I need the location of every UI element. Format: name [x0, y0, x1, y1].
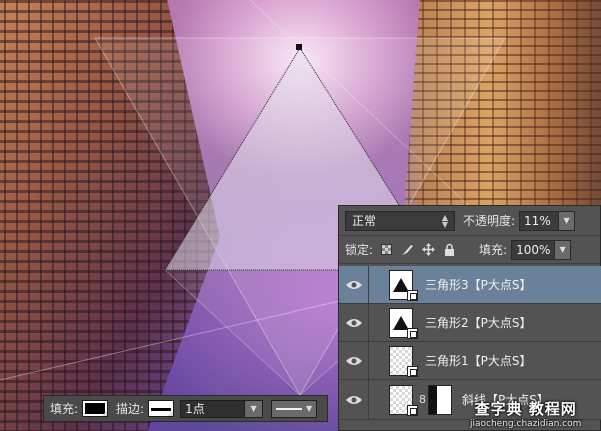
fill-dropdown-button[interactable]: ▼ [555, 239, 572, 260]
solid-line-icon [276, 407, 303, 410]
shape-options-bar: 填充: 描边: 1点 ▼ ▼ [43, 395, 328, 422]
layer-name: 三角形1【P大点S】 [425, 354, 532, 368]
stroke-type-dropdown[interactable]: ▼ [271, 399, 318, 418]
layer-mask-thumbnail[interactable] [428, 384, 452, 415]
watermark-url: jiaocheng.chazidian.com [470, 419, 582, 429]
eye-icon [345, 318, 362, 327]
shape-layer-badge-icon [407, 365, 418, 377]
lock-all-icon[interactable] [442, 242, 457, 257]
fill-value: 100% [516, 242, 551, 257]
visibility-toggle[interactable] [339, 341, 369, 380]
watermark-title: 查字典 教程网 [474, 400, 577, 418]
shape-layer-badge-icon [407, 404, 418, 416]
layer-thumbnail [389, 269, 418, 301]
shape-layer-badge-icon [407, 327, 418, 339]
eye-icon [345, 356, 362, 365]
visibility-toggle[interactable] [339, 303, 369, 342]
watermark: 查字典 教程网 jiaocheng.chazidian.com [470, 398, 581, 429]
layer-thumbnail [389, 384, 418, 416]
fill-label: 填充: [479, 243, 508, 257]
layer-row[interactable]: 三角形3【P大点S】 [339, 265, 601, 304]
stroke-label: 描边: [116, 402, 145, 416]
lock-transparent-pixels-icon[interactable] [379, 242, 394, 257]
visibility-toggle[interactable] [339, 265, 369, 304]
layer-thumbnail [389, 345, 418, 377]
opacity-value: 11% [524, 213, 551, 228]
fill-color-swatch[interactable] [82, 400, 109, 417]
chevron-down-icon: ▼ [563, 216, 570, 225]
stroke-color-swatch[interactable] [148, 400, 175, 417]
lock-position-icon[interactable] [421, 242, 436, 257]
layers-panel-top-row: 正常 ▲ ▼ 不透明度: 11% ▼ [339, 206, 600, 236]
layer-row[interactable]: 三角形1【P大点S】 [339, 341, 601, 380]
chevron-down-icon: ▼ [250, 404, 257, 413]
updown-arrows-icon: ▲ ▼ [441, 212, 448, 229]
layer-name: 三角形2【P大点S】 [425, 316, 532, 330]
layers-panel-lock-row: 锁定: 填充: 100% ▼ [339, 236, 600, 264]
eye-icon [345, 395, 362, 404]
stroke-width-input[interactable]: 1点 [180, 399, 246, 418]
stroke-width-value: 1点 [185, 402, 205, 416]
chevron-down-icon: ▼ [559, 245, 566, 254]
anchor-point-handle[interactable] [296, 44, 302, 50]
link-icon[interactable]: 8 [419, 393, 426, 406]
fill-label: 填充: [50, 402, 79, 416]
shape-layer-badge-icon [407, 289, 418, 301]
opacity-dropdown-button[interactable]: ▼ [559, 210, 576, 231]
blend-mode-value: 正常 [352, 214, 377, 228]
visibility-toggle[interactable] [339, 379, 369, 420]
eye-icon [345, 280, 362, 289]
layer-name: 三角形3【P大点S】 [425, 278, 532, 292]
blend-mode-select[interactable]: 正常 ▲ ▼ [345, 210, 455, 231]
chevron-down-icon: ▼ [305, 404, 313, 413]
lock-image-pixels-icon[interactable] [400, 242, 415, 257]
opacity-input[interactable]: 11% [519, 210, 560, 231]
stroke-width-dropdown[interactable]: ▼ [245, 399, 264, 418]
opacity-label: 不透明度: [463, 214, 516, 228]
lock-label: 锁定: [345, 243, 374, 257]
fill-input[interactable]: 100% [511, 239, 556, 260]
layer-row[interactable]: 三角形2【P大点S】 [339, 303, 601, 342]
layer-thumbnail [389, 307, 418, 339]
